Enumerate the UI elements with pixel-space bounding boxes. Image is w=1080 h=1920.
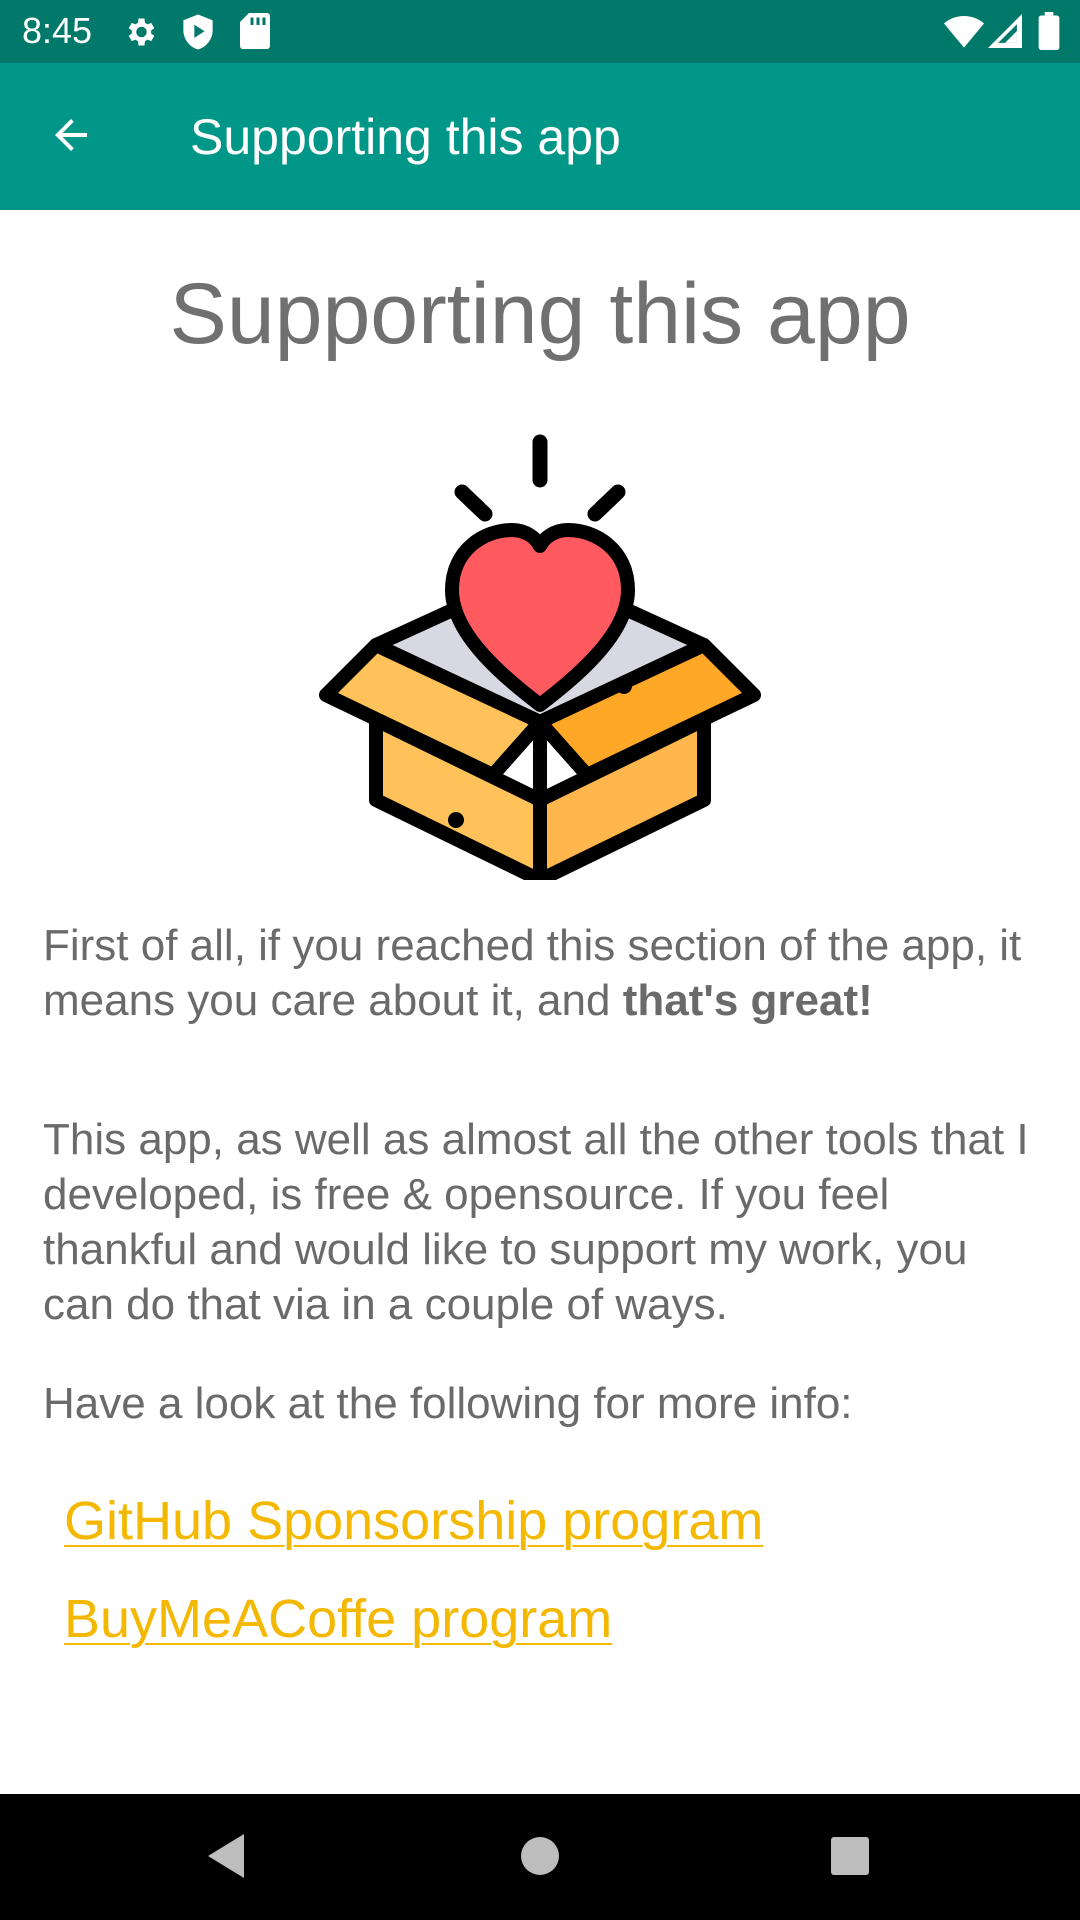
back-triangle-icon [204, 1832, 248, 1885]
sd-card-icon [240, 13, 270, 54]
home-circle-icon [519, 1835, 561, 1882]
navigation-bar [0, 1794, 1080, 1920]
intro-bold-text: that's great! [622, 976, 873, 1025]
description-paragraph: This app, as well as almost all the othe… [43, 1115, 1029, 1329]
intro-text: First of all, if you reached this sectio… [43, 921, 1022, 1025]
settings-gear-icon [122, 14, 158, 55]
nav-back-button[interactable] [184, 1816, 268, 1900]
status-bar: 8:45 [0, 0, 1080, 63]
battery-icon [1038, 12, 1060, 55]
cell-signal-icon [988, 14, 1022, 53]
recents-square-icon [830, 1836, 870, 1881]
page-heading: Supporting this app [169, 266, 911, 362]
main-content: Supporting this app First of all, if you… [0, 210, 1080, 1794]
buymeacoffee-link[interactable]: BuyMeACoffe program [64, 1586, 612, 1652]
arrow-back-icon [47, 111, 95, 164]
nav-home-button[interactable] [498, 1816, 582, 1900]
wifi-icon [944, 14, 984, 53]
github-sponsorship-link[interactable]: GitHub Sponsorship program [64, 1488, 763, 1554]
status-time: 8:45 [22, 10, 93, 51]
app-bar: Supporting this app [0, 63, 1080, 210]
back-button[interactable] [28, 101, 114, 173]
app-bar-title: Supporting this app [190, 109, 621, 165]
nav-recents-button[interactable] [808, 1816, 892, 1900]
intro-paragraph: First of all, if you reached this sectio… [43, 918, 1043, 1028]
more-info-paragraph: Have a look at the following for more in… [43, 1379, 853, 1428]
shield-play-icon [180, 13, 216, 56]
gift-box-heart-icon [318, 430, 762, 887]
